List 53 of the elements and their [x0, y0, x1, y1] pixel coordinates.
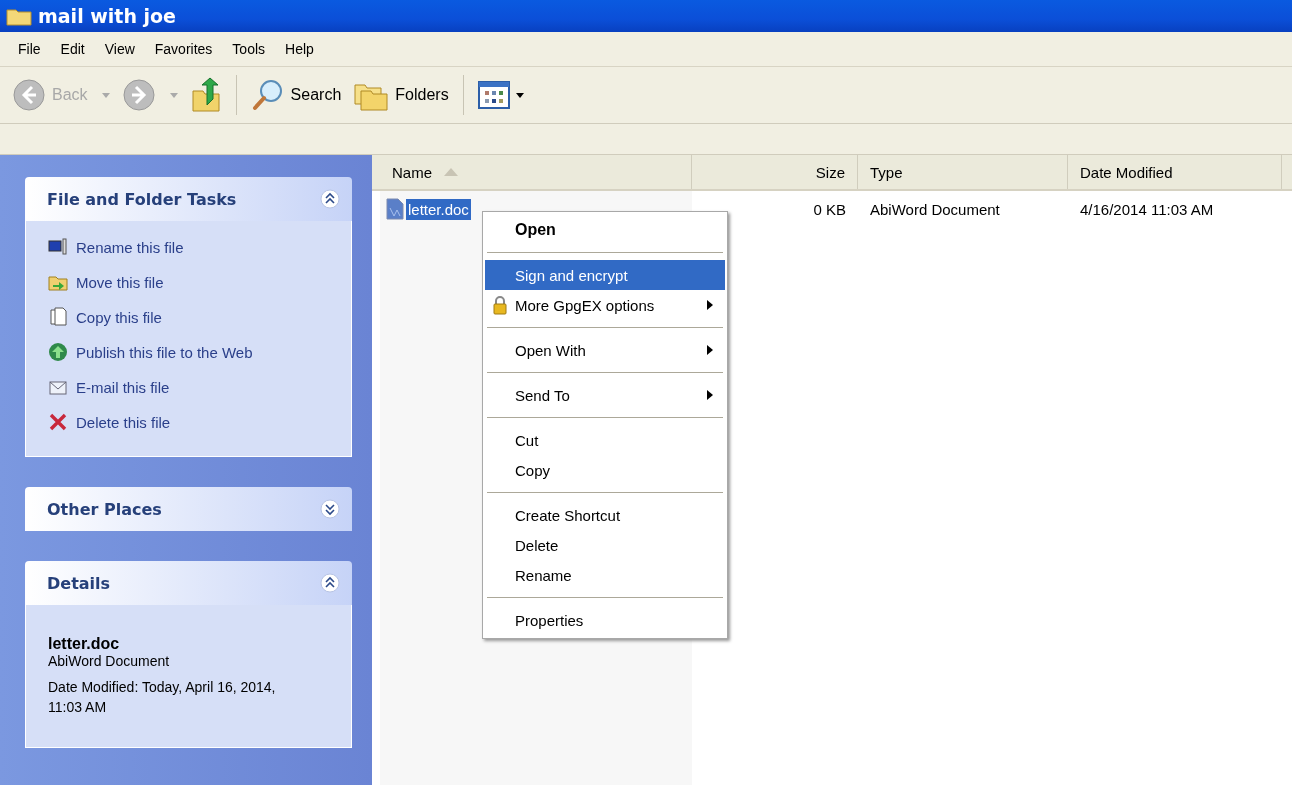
search-button[interactable]: Search — [246, 76, 346, 114]
table-cell: 4/16/2014 11:03 AM — [1080, 200, 1214, 218]
panel-header[interactable]: Other Places — [25, 487, 352, 531]
menu-item[interactable]: Properties — [485, 605, 725, 635]
menu-item[interactable]: Tools — [222, 41, 276, 57]
task-link[interactable]: Copy this file — [76, 308, 162, 326]
expand-icon[interactable] — [320, 499, 340, 519]
delete-icon — [48, 412, 68, 432]
window-title: mail with joe — [38, 5, 176, 27]
file-name: letter.doc — [48, 635, 121, 653]
task-link[interactable]: Publish this file to the Web — [76, 343, 253, 361]
panel-header[interactable]: File and Folder Tasks — [25, 177, 352, 221]
column-header[interactable]: Name — [380, 155, 692, 189]
date-modified: Date Modified: Today, April 16, 2014, 11:03 AM — [48, 678, 277, 717]
task-link[interactable]: Delete this file — [76, 413, 171, 431]
table-cell: 0 KB — [813, 200, 846, 218]
menu-item[interactable]: Open With — [485, 335, 725, 365]
task-link[interactable]: Move this file — [76, 273, 164, 291]
menu-item[interactable]: Cut — [485, 425, 725, 455]
menu-item[interactable]: Sign and encrypt — [485, 260, 725, 290]
menu-item[interactable]: View — [94, 41, 145, 57]
panel-header[interactable]: Details — [25, 561, 352, 605]
folder-icon — [6, 6, 32, 26]
menu-item[interactable]: More GpgEX options — [485, 290, 725, 320]
column-header[interactable]: Type — [858, 155, 1068, 189]
menu-item[interactable]: Send To — [485, 380, 725, 410]
table-cell: AbiWord Document — [870, 200, 1000, 218]
column-header[interactable]: Date Modified — [1068, 155, 1282, 189]
menu-item[interactable]: Edit — [50, 41, 95, 57]
collapse-icon[interactable] — [320, 573, 340, 593]
document-icon — [48, 307, 68, 327]
lock-icon — [493, 295, 507, 315]
search-icon — [250, 78, 285, 112]
menu-item[interactable]: Copy — [485, 455, 725, 485]
menu-item[interactable]: Help — [275, 41, 324, 57]
file-type: AbiWord Document — [48, 653, 171, 669]
dropdown-caret-icon[interactable] — [515, 92, 524, 98]
column-header[interactable]: Size — [692, 155, 858, 189]
collapse-icon[interactable] — [320, 189, 340, 209]
task-link[interactable]: E-mail this file — [76, 378, 170, 396]
globe-icon — [48, 342, 68, 362]
task-link[interactable]: Rename this file — [76, 238, 184, 256]
menu-item[interactable]: Create Shortcut — [485, 500, 725, 530]
menu-item[interactable]: Favorites — [144, 41, 223, 57]
computer-icon — [48, 237, 68, 257]
menu-item[interactable]: Delete — [485, 530, 725, 560]
menu-item[interactable]: Rename — [485, 560, 725, 590]
document-icon — [386, 198, 404, 220]
menu-item[interactable]: File — [8, 41, 51, 57]
views-icon — [477, 81, 510, 109]
folders-button[interactable]: Folders — [349, 77, 453, 113]
menu-item[interactable]: Open — [485, 215, 725, 245]
folder-up-icon — [189, 77, 222, 113]
